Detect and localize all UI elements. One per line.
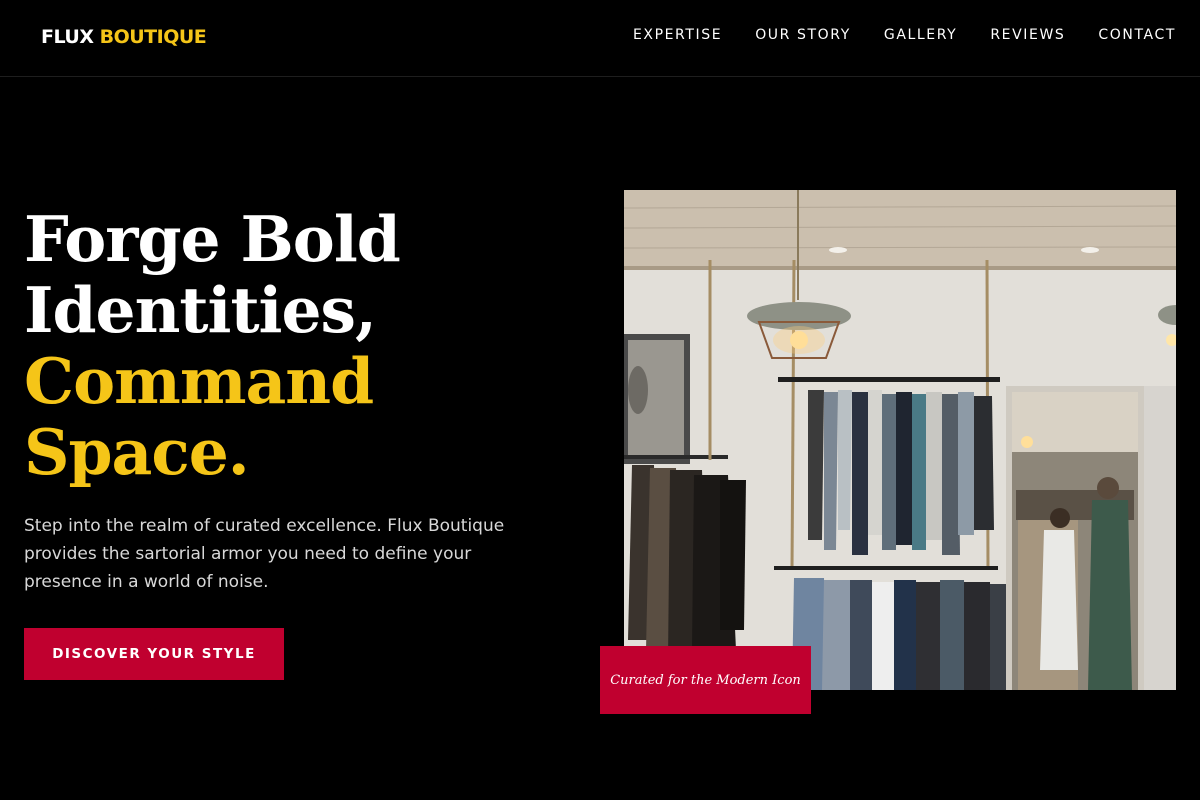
main-nav: EXPERTISE OUR STORY GALLERY REVIEWS CONT… bbox=[633, 27, 1176, 43]
hero-title-line-4: Space. bbox=[24, 415, 250, 489]
logo[interactable]: FLUX BOUTIQUE bbox=[41, 26, 207, 48]
hero-title-line-2: Identities, bbox=[24, 273, 377, 347]
nav-expertise[interactable]: EXPERTISE bbox=[633, 27, 722, 43]
nav-our-story[interactable]: OUR STORY bbox=[755, 27, 851, 43]
navbar: FLUX BOUTIQUE EXPERTISE OUR STORY GALLER… bbox=[0, 0, 1200, 77]
discover-style-button[interactable]: DISCOVER YOUR STYLE bbox=[24, 628, 284, 680]
nav-contact[interactable]: CONTACT bbox=[1098, 27, 1176, 43]
nav-gallery[interactable]: GALLERY bbox=[884, 27, 957, 43]
boutique-photo-illustration bbox=[624, 190, 1176, 690]
boutique-interior-photo bbox=[624, 190, 1176, 690]
hero-title: Forge Bold Identities, Command Space. bbox=[24, 204, 584, 488]
logo-word-boutique: BOUTIQUE bbox=[99, 26, 207, 48]
hero-title-line-1: Forge Bold bbox=[24, 202, 401, 276]
hero-title-line-3: Command bbox=[24, 344, 374, 418]
nav-reviews[interactable]: REVIEWS bbox=[990, 27, 1065, 43]
hero-description: Step into the realm of curated excellenc… bbox=[24, 516, 505, 592]
logo-word-flux: FLUX bbox=[41, 26, 94, 48]
image-caption: Curated for the Modern Icon bbox=[610, 672, 801, 688]
image-caption-box: Curated for the Modern Icon bbox=[600, 646, 811, 714]
